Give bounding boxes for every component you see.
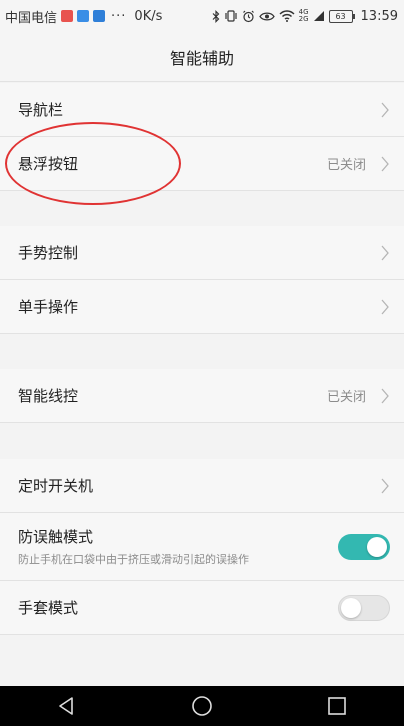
glove-mode-toggle[interactable] <box>338 594 390 621</box>
gallery-notification-icon <box>93 10 106 22</box>
status-bar: 中国电信 ··· 0K/s 4G 2G 63 13:59 <box>0 0 404 32</box>
scheduled-power-label: 定时开关机 <box>18 477 94 495</box>
app-notification-icon <box>77 10 90 22</box>
nav-bar-item[interactable]: 导航栏 <box>0 83 404 137</box>
settings-group-1: 导航栏 悬浮按钮 已关闭 <box>0 83 404 191</box>
gesture-control-item[interactable]: 手势控制 <box>0 226 404 280</box>
more-notifications-icon: ··· <box>111 8 127 24</box>
glove-mode-item: 手套模式 <box>0 581 404 635</box>
one-hand-mode-label: 单手操作 <box>18 298 79 316</box>
signal-bars-icon <box>313 10 325 22</box>
scheduled-power-item[interactable]: 定时开关机 <box>0 459 404 513</box>
floating-button-status: 已关闭 <box>326 158 366 173</box>
floating-button-label: 悬浮按钮 <box>18 155 79 173</box>
chevron-right-icon <box>381 299 389 314</box>
home-button[interactable] <box>172 686 232 726</box>
gesture-control-label: 手势控制 <box>18 244 79 262</box>
anti-mistouch-description: 防止手机在口袋中由于挤压或滑动引起的误操作 <box>18 553 249 566</box>
wifi-icon <box>279 10 295 22</box>
page-title: 智能辅助 <box>169 48 234 68</box>
app-notification-icon <box>61 10 74 22</box>
battery-icon: 63 <box>328 9 355 23</box>
chevron-right-icon <box>381 156 389 171</box>
recents-button[interactable] <box>307 686 367 726</box>
floating-button-item[interactable]: 悬浮按钮 已关闭 <box>0 137 404 191</box>
signal-indicator: 4G 2G <box>298 8 309 23</box>
settings-group-4: 定时开关机 防误触模式 防止手机在口袋中由于挤压或滑动引起的误操作 手套模式 <box>0 459 404 635</box>
anti-mistouch-item: 防误触模式 防止手机在口袋中由于挤压或滑动引起的误操作 <box>0 513 404 581</box>
system-nav-bar <box>0 686 404 726</box>
alarm-icon <box>242 10 255 23</box>
toggle-knob <box>367 536 387 557</box>
home-icon <box>192 696 212 716</box>
nav-bar-label: 导航栏 <box>18 101 64 119</box>
eye-comfort-icon <box>258 11 275 22</box>
smart-wire-control-status: 已关闭 <box>326 390 366 405</box>
vibrate-icon <box>224 10 238 22</box>
chevron-right-icon <box>381 245 389 260</box>
back-button[interactable] <box>37 686 97 726</box>
anti-mistouch-toggle[interactable] <box>338 533 390 560</box>
chevron-right-icon <box>381 102 389 117</box>
back-icon <box>59 697 74 715</box>
glove-mode-label: 手套模式 <box>18 599 79 617</box>
one-hand-mode-item[interactable]: 单手操作 <box>0 280 404 334</box>
settings-group-2: 手势控制 单手操作 <box>0 226 404 334</box>
chevron-right-icon <box>381 388 389 403</box>
page-title-bar: 智能辅助 <box>0 32 404 82</box>
toggle-knob <box>341 597 361 618</box>
clock: 13:59 <box>360 8 398 24</box>
smart-wire-control-label: 智能线控 <box>18 387 79 405</box>
smart-wire-control-item[interactable]: 智能线控 已关闭 <box>0 369 404 423</box>
carrier-name: 中国电信 <box>5 10 58 26</box>
recents-icon <box>327 697 346 715</box>
bluetooth-icon <box>212 9 220 23</box>
settings-group-3: 智能线控 已关闭 <box>0 369 404 423</box>
anti-mistouch-label: 防误触模式 <box>18 528 94 546</box>
chevron-right-icon <box>381 478 389 493</box>
network-speed: 0K/s <box>134 8 163 24</box>
